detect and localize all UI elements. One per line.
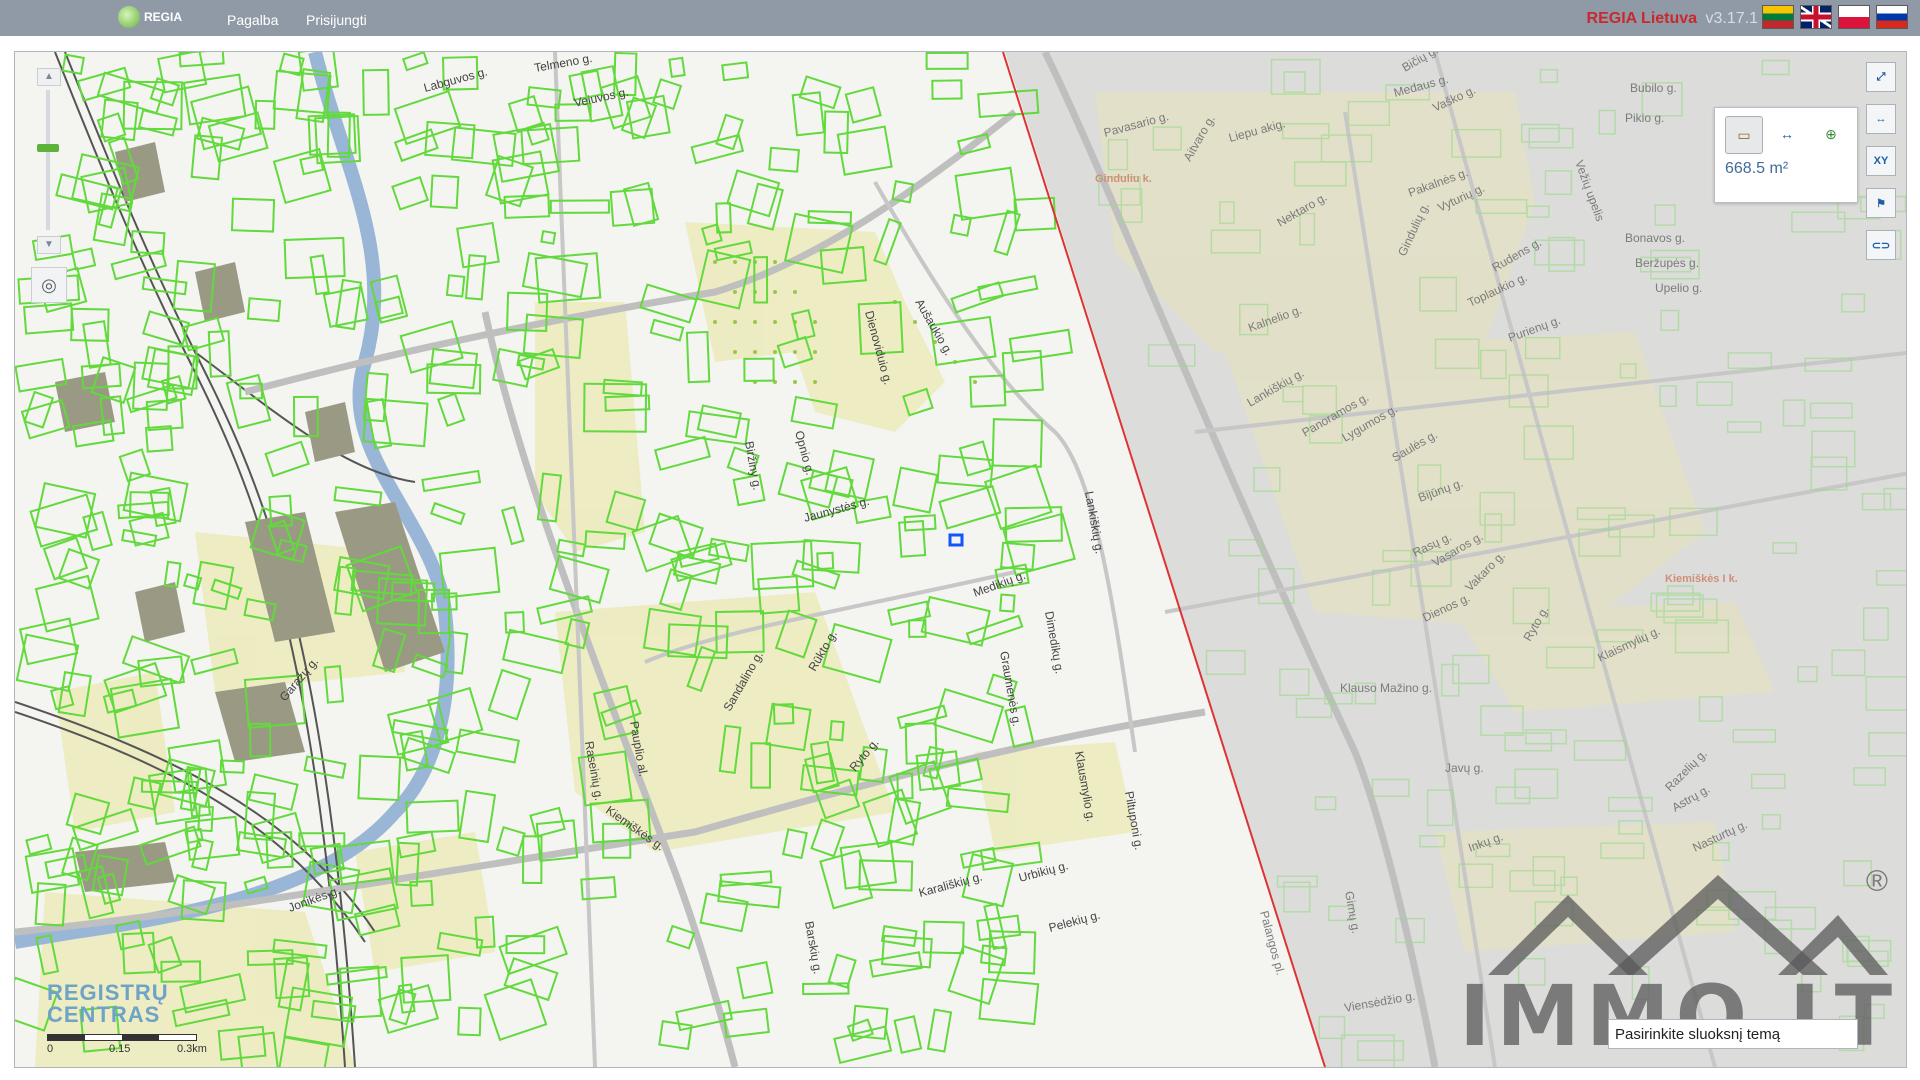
rc-logo-line1: REGISTRŲ [47,980,169,1005]
theme-select-input[interactable]: Pasirinkite sluoksnį temą [1608,1019,1858,1049]
measure-area-button[interactable]: ▭ [1725,116,1763,154]
language-flags [1762,5,1908,29]
nav-login-link[interactable]: Prisijungti [306,12,367,28]
zoom-slider-handle[interactable] [37,144,59,152]
flag-en-icon[interactable] [1800,5,1832,29]
locate-button[interactable]: ◎ [31,267,67,303]
measure-button[interactable]: ↔ [1866,104,1896,134]
measure-panel: ▭ ↔ ⊕ 668.5 m² [1714,107,1858,203]
street-label: Upelio g. [1655,281,1702,295]
link-icon: ⊂⊃ [1871,239,1891,252]
registered-mark: ® [1865,865,1888,898]
flag-ru-icon[interactable] [1876,5,1908,29]
street-label: Pikio g. [1625,111,1664,125]
measure-area-icon: ▭ [1737,126,1751,143]
street-label: Bubilo g. [1630,81,1677,95]
xy-icon: XY [1873,155,1889,167]
street-label: Klauso Mažino g. [1340,681,1432,695]
brand-label: REGIA Lietuva v3.17.1 [1587,10,1758,28]
zoom-slider-track[interactable] [46,90,50,230]
top-bar: REGIA Pagalba Prisijungti REGIA Lietuva … [0,0,1920,36]
xy-button[interactable]: XY [1866,146,1896,176]
street-label: Ginduliu k. [1095,173,1152,185]
scale-bar-graphic [47,1034,197,1041]
link-button[interactable]: ⊂⊃ [1866,230,1896,260]
locate-icon: ◎ [41,274,57,295]
flag-button[interactable]: ⚑ [1866,188,1896,218]
flag-lt-icon[interactable] [1762,5,1794,29]
fullscreen-button[interactable]: ⤢ [1866,62,1896,92]
zoom-control: ▲ ▼ [31,68,65,258]
fullscreen-icon: ⤢ [1876,70,1886,83]
zoom-out-button[interactable]: ▼ [37,236,61,254]
measure-clear-button[interactable]: ⊕ [1813,116,1849,152]
street-label: Kiemiškės I k. [1665,573,1738,585]
registru-centras-logo: REGISTRŲ CENTRAS [47,982,169,1026]
measure-distance-icon: ↔ [1780,126,1794,142]
scale-label-1: 0.15 [109,1043,131,1055]
watermark-text: IMMO.LT [1459,967,1898,1065]
map-canvas[interactable]: Labguvos g. Veiuvos g. Telmeno g. Dienovidu… [14,51,1907,1068]
regia-logo[interactable]: REGIA [118,6,182,28]
map-toolbar: ⤢ ↔ XY ⚑ ⊂⊃ [1866,62,1896,260]
flag-icon: ⚑ [1876,197,1886,210]
regia-logo-icon [118,6,140,28]
flag-pl-icon[interactable] [1838,5,1870,29]
logo-text: REGIA [144,10,183,24]
scale-label-2: 0.3km [177,1043,207,1055]
measure-distance-button[interactable]: ↔ [1769,116,1805,152]
brand-name: REGIA Lietuva [1586,10,1698,27]
version-label: v3.17.1 [1705,10,1758,27]
measured-area: 668.5 m² [1725,160,1789,177]
globe-icon: ⊕ [1825,125,1837,142]
scale-bar: 0 0.15 0.3km [47,1034,207,1055]
nav-help-link[interactable]: Pagalba [227,12,278,28]
street-label: Javų g. [1445,761,1484,775]
street-label: Beržupės g. [1635,256,1699,270]
rc-logo-line2: CENTRAS [47,1002,161,1027]
scale-label-0: 0 [47,1043,54,1055]
zoom-in-button[interactable]: ▲ [37,68,61,86]
measure-icon: ↔ [1875,113,1887,125]
street-label: Bonavos g. [1625,231,1685,245]
